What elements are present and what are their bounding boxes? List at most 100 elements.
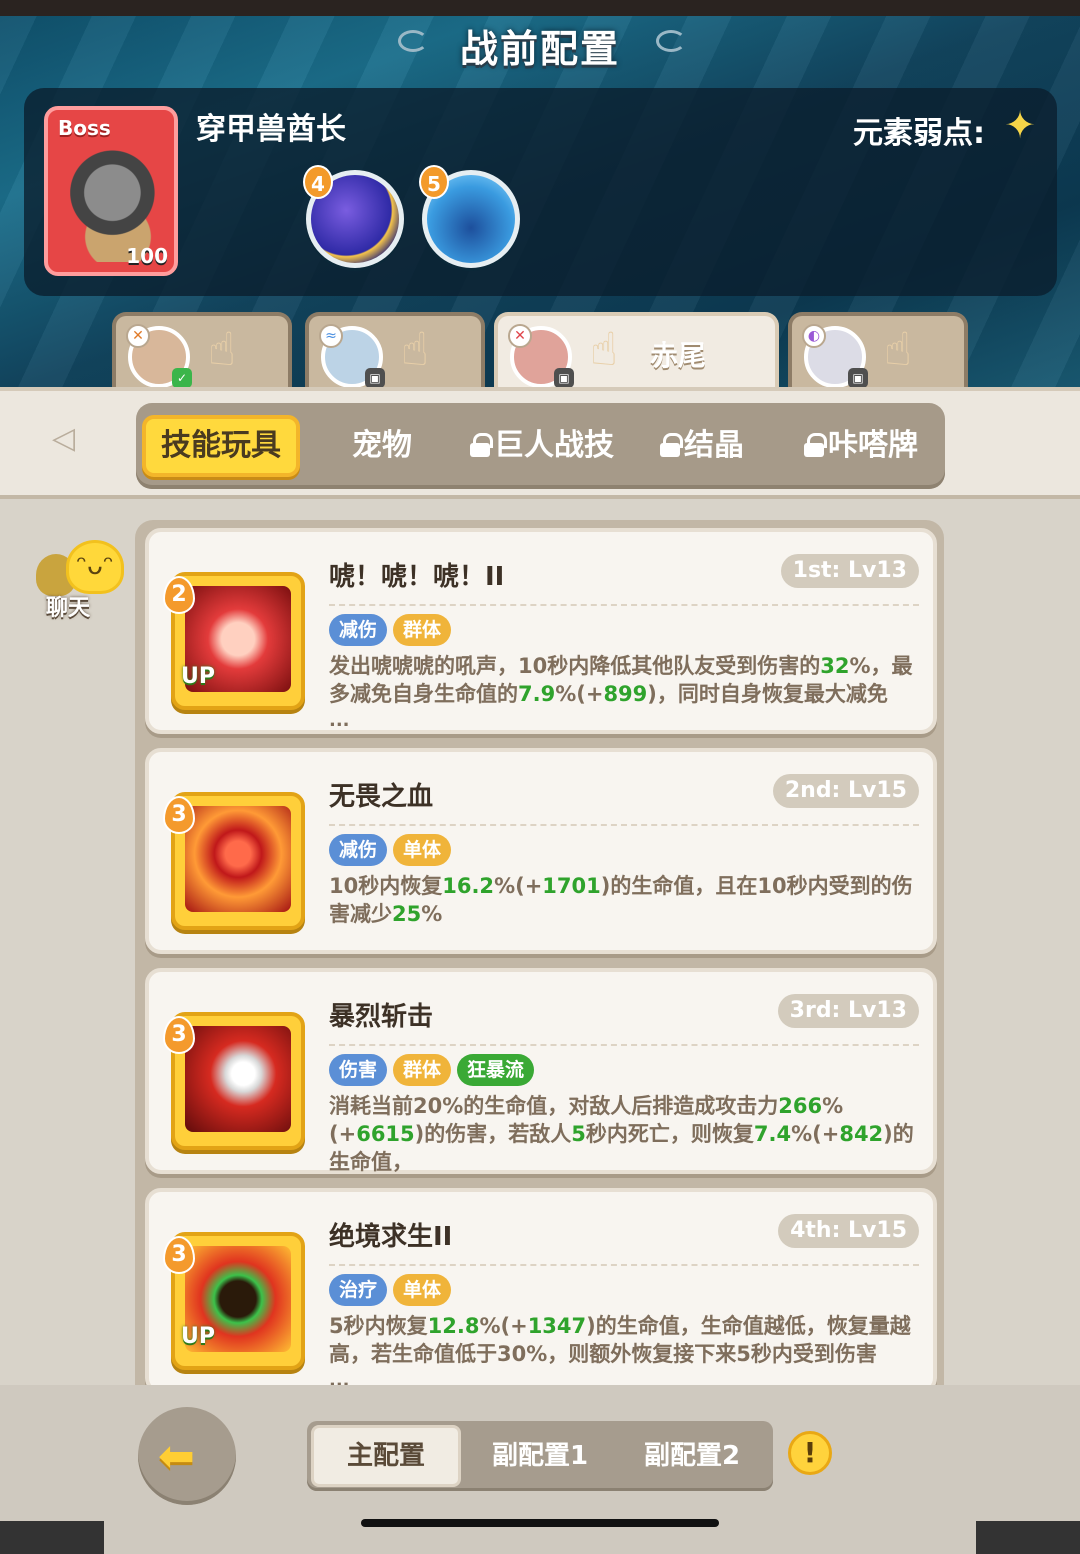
highlight-value: 899 [603, 682, 648, 706]
description-text: 秒内死亡，则恢复 [585, 1122, 754, 1146]
skill-tags: 减伤 群体 [329, 614, 457, 648]
tab-click-cards[interactable]: 咔嗒牌 [796, 415, 926, 477]
tab-sub-config-1[interactable]: 副配置1 [465, 1425, 615, 1487]
divider [329, 1044, 919, 1046]
page-title: 战前配置 [459, 27, 620, 71]
highlight-value: 16.2 [442, 874, 495, 898]
skill-cost-badge: 3 [163, 1236, 195, 1274]
skill-card[interactable]: 3 无畏之血 2nd: Lv15 减伤 单体 10秒内恢复16.2%(+1701)… [145, 748, 937, 954]
highlight-value: 7.4 [753, 1122, 792, 1146]
alert-info-icon[interactable]: ! [788, 1431, 832, 1475]
hero-avatar: ◐ ▣ [802, 324, 868, 388]
skill-slot-level: 2nd: Lv15 [772, 774, 919, 808]
boss-skill-purple-swirl-icon[interactable]: 4 [303, 165, 404, 268]
slash-blade-icon [185, 1026, 291, 1132]
highlight-value: 842 [839, 1122, 884, 1146]
divider [329, 604, 919, 606]
skill-description: 10秒内恢复16.2%(+1701)的生命值，且在10秒内受到的伤害减少25% [329, 872, 929, 928]
tab-skill-toys[interactable]: 技能玩具 [142, 415, 300, 477]
hero-tab-4[interactable]: ◐ ▣ ☝ [788, 312, 968, 388]
hero-avatar: ✕ ▣ [508, 324, 574, 388]
hero-tab-1[interactable]: ✕ ✓ ☝ [112, 312, 292, 388]
skill-description-more: ... [329, 710, 350, 731]
tab-main-config[interactable]: 主配置 [311, 1425, 461, 1487]
tab-label: 巨人战技 [494, 428, 614, 463]
tap-hand-icon: ☝ [401, 322, 430, 376]
highlight-value: 5 [571, 1122, 586, 1146]
description-text: %(+ [555, 682, 604, 706]
skill-tag: 群体 [393, 1054, 452, 1086]
skill-tags: 减伤 单体 [329, 834, 457, 868]
screen-corner-right [976, 1521, 1080, 1554]
hero-tab-2[interactable]: ≈ ▣ ☝ [305, 312, 485, 388]
description-text: % [421, 902, 443, 926]
lock-icon [804, 433, 827, 457]
skill-slot-icon: ▣ [848, 368, 868, 388]
skill-slot-level: 1st: Lv13 [780, 554, 919, 588]
description-text: 5秒内恢复 [329, 1314, 428, 1338]
skill-cost-badge: 3 [163, 796, 195, 834]
skill-card[interactable]: 3 UP 绝境求生II 4th: Lv15 治疗 单体 5秒内恢复12.8%(+1… [145, 1188, 937, 1394]
skill-slot-icon: ▣ [554, 368, 574, 388]
divider [329, 1264, 919, 1266]
highlight-value: 1701 [542, 874, 601, 898]
skill-tag: 单体 [393, 1274, 452, 1306]
boss-portrait[interactable]: Boss 100 [44, 106, 178, 276]
skill-list[interactable]: 2 UP 唬！唬！唬！II 1st: Lv13 减伤 群体 发出唬唬唬的吼声，10… [135, 520, 944, 1405]
skill-slot-icon: ▣ [365, 368, 385, 388]
skill-description: 5秒内恢复12.8%(+1347)的生命值，生命值越低，恢复量越高，若生命值低于… [329, 1312, 929, 1368]
title-ornament-right [656, 30, 686, 52]
chat-label: 聊天 [46, 596, 91, 621]
hero-tab-3[interactable]: ✕ ▣ ☝ 赤尾 [494, 312, 779, 388]
boss-skill-blue-splash-icon[interactable]: 5 [419, 165, 520, 268]
skill-description: 消耗当前20%的生命值，对敌人后排造成攻击力266 %(+ 6615)的伤害，若敌人… [329, 1092, 929, 1176]
skill-tag: 伤害 [329, 1054, 388, 1086]
boss-level: 100 [126, 244, 168, 268]
skill-tags: 治疗 单体 [329, 1274, 457, 1308]
highlight-value: 6615 [356, 1122, 415, 1146]
config-switcher: 主配置 副配置1 副配置2 [307, 1421, 773, 1491]
tab-crystals[interactable]: 结晶 [652, 415, 752, 477]
highlight-value: 25 [392, 902, 422, 926]
element-weakness-label: 元素弱点: [853, 116, 985, 151]
boss-name: 穿甲兽酋长 [196, 112, 346, 147]
skill-slot-level: 3rd: Lv13 [777, 994, 919, 1028]
chat-button[interactable]: ᵔᴗᵔ 聊天 [36, 536, 132, 621]
hero-avatar: ✕ ✓ [126, 324, 192, 388]
skill-tag: 治疗 [329, 1274, 388, 1306]
fire-element-icon: ✕ [126, 324, 150, 348]
tab-label: 咔嗒牌 [828, 428, 918, 463]
skill-name: 暴烈斩击 [329, 1002, 434, 1032]
skill-card[interactable]: 3 暴烈斩击 3rd: Lv13 伤害 群体 狂暴流 消耗当前20%的生命值，对敌人… [145, 968, 937, 1174]
highlight-value: 266 [778, 1094, 823, 1118]
skill-tag: 减伤 [329, 614, 388, 646]
tab-pets[interactable]: 宠物 [332, 415, 432, 477]
skill-description: 发出唬唬唬的吼声，10秒内降低其他队友受到伤害的32%，最多减免自身生命值的7.… [329, 652, 929, 708]
skill-tags: 伤害 群体 狂暴流 [329, 1054, 540, 1088]
back-button[interactable]: ⬅ [138, 1407, 236, 1505]
lock-icon [660, 433, 683, 457]
water-element-icon: ≈ [319, 324, 343, 348]
hero-tabs: ✕ ✓ ☝ ≈ ▣ ☝ ✕ ▣ ☝ 赤尾 ◐ ▣ ☝ [0, 312, 1080, 388]
highlight-value: 32 [820, 654, 850, 678]
scroll-left-icon[interactable]: ◁ [52, 421, 75, 456]
light-element-icon: ✦ [1004, 103, 1036, 147]
home-indicator[interactable] [361, 1519, 719, 1527]
tab-giant-skills[interactable]: 巨人战技 [462, 415, 622, 477]
skill-tag: 群体 [393, 614, 452, 646]
chat-bubble-icon: ᵔᴗᵔ [66, 540, 124, 594]
tap-hand-icon: ☝ [884, 322, 913, 376]
description-text: 消耗当前20%的生命值，对敌人后排造成攻击力 [329, 1094, 779, 1118]
battle-scene-background: 战前配置 Boss 100 穿甲兽酋长 元素弱点: ✦ 4 5 ✕ ✓ ☝ ≈ [0, 0, 1080, 400]
tab-sub-config-2[interactable]: 副配置2 [617, 1425, 767, 1487]
dark-element-icon: ◐ [802, 324, 826, 348]
hero-avatar: ≈ ▣ [319, 324, 385, 388]
skill-description-more: ... [329, 1150, 350, 1171]
skill-card[interactable]: 2 UP 唬！唬！唬！II 1st: Lv13 减伤 群体 发出唬唬唬的吼声，10… [145, 528, 937, 734]
skill-name: 无畏之血 [329, 782, 434, 812]
description-text: 10秒内恢复 [329, 874, 443, 898]
skill-tag: 单体 [393, 834, 452, 866]
skill-name: 绝境求生II [329, 1222, 453, 1252]
skill-cost-badge: 3 [163, 1016, 195, 1054]
boss-skill-cost: 4 [303, 165, 333, 199]
